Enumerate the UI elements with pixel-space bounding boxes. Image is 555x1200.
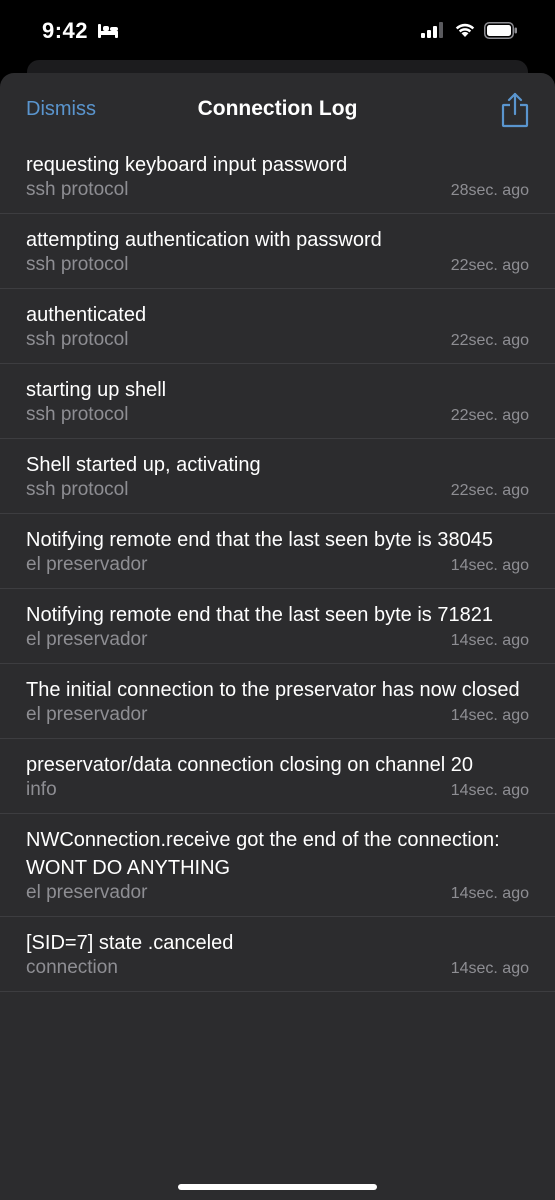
page-title: Connection Log bbox=[197, 97, 358, 120]
log-entry: attempting authentication with password … bbox=[0, 214, 555, 289]
log-timestamp: 22sec. ago bbox=[450, 332, 529, 349]
log-source: el preservador bbox=[26, 704, 148, 725]
log-timestamp: 14sec. ago bbox=[450, 960, 529, 977]
log-meta: connection 14sec. ago bbox=[26, 955, 529, 981]
log-source: ssh protocol bbox=[26, 329, 129, 350]
bed-icon bbox=[98, 24, 118, 38]
log-entry: requesting keyboard input password ssh p… bbox=[0, 147, 555, 214]
log-message: NWConnection.receive got the end of the … bbox=[26, 829, 500, 879]
home-indicator[interactable] bbox=[178, 1184, 377, 1190]
log-message: Shell started up, activating bbox=[26, 454, 261, 476]
log-message: [SID=7] state .canceled bbox=[26, 932, 234, 954]
status-time: 9:42 bbox=[42, 18, 89, 43]
log-timestamp: 14sec. ago bbox=[450, 707, 529, 724]
log-message: Notifying remote end that the last seen … bbox=[26, 604, 493, 626]
log-source: ssh protocol bbox=[26, 479, 129, 500]
log-meta: el preservador 14sec. ago bbox=[26, 880, 529, 906]
log-entry: Notifying remote end that the last seen … bbox=[0, 514, 555, 589]
log-timestamp: 14sec. ago bbox=[450, 885, 529, 902]
log-source: connection bbox=[26, 957, 118, 978]
nav-bar: Dismiss Connection Log bbox=[0, 73, 555, 147]
log-message: The initial connection to the preservato… bbox=[26, 679, 520, 701]
status-bar: 9:42 bbox=[0, 0, 555, 60]
wifi-icon bbox=[455, 23, 475, 37]
log-source: el preservador bbox=[26, 882, 148, 903]
log-entry: preservator/data connection closing on c… bbox=[0, 739, 555, 814]
log-timestamp: 14sec. ago bbox=[450, 557, 529, 574]
log-message: attempting authentication with password bbox=[26, 229, 382, 251]
log-entry: Notifying remote end that the last seen … bbox=[0, 589, 555, 664]
log-timestamp: 22sec. ago bbox=[450, 257, 529, 274]
log-source: el preservador bbox=[26, 554, 148, 575]
log-entry: NWConnection.receive got the end of the … bbox=[0, 814, 555, 917]
log-meta: el preservador 14sec. ago bbox=[26, 627, 529, 653]
log-source: info bbox=[26, 779, 57, 800]
log-timestamp: 22sec. ago bbox=[450, 482, 529, 499]
log-source: ssh protocol bbox=[26, 404, 129, 425]
log-entry: [SID=7] state .canceled connection 14sec… bbox=[0, 917, 555, 992]
log-entry: Shell started up, activating ssh protoco… bbox=[0, 439, 555, 514]
log-meta: ssh protocol 22sec. ago bbox=[26, 402, 529, 428]
log-timestamp: 28sec. ago bbox=[450, 182, 529, 199]
log-message: authenticated bbox=[26, 304, 147, 326]
connection-log-sheet: Dismiss Connection Log requesting keyboa… bbox=[0, 73, 555, 1200]
log-source: el preservador bbox=[26, 629, 148, 650]
log-source: ssh protocol bbox=[26, 254, 129, 275]
log-meta: ssh protocol 22sec. ago bbox=[26, 327, 529, 353]
log-list: requesting keyboard input password ssh p… bbox=[0, 147, 555, 992]
log-timestamp: 14sec. ago bbox=[450, 632, 529, 649]
battery-icon bbox=[484, 22, 517, 39]
log-meta: ssh protocol 22sec. ago bbox=[26, 477, 529, 503]
log-message: preservator/data connection closing on c… bbox=[26, 754, 473, 776]
log-meta: ssh protocol 28sec. ago bbox=[26, 177, 529, 203]
log-meta: info 14sec. ago bbox=[26, 777, 529, 803]
log-meta: el preservador 14sec. ago bbox=[26, 702, 529, 728]
share-icon[interactable] bbox=[500, 92, 530, 128]
log-message: starting up shell bbox=[26, 379, 167, 401]
log-entry: The initial connection to the preservato… bbox=[0, 664, 555, 739]
log-timestamp: 22sec. ago bbox=[450, 407, 529, 424]
log-meta: el preservador 14sec. ago bbox=[26, 552, 529, 578]
log-source: ssh protocol bbox=[26, 179, 129, 200]
log-message: Notifying remote end that the last seen … bbox=[26, 529, 493, 551]
log-entry: authenticated ssh protocol 22sec. ago bbox=[0, 289, 555, 364]
log-meta: ssh protocol 22sec. ago bbox=[26, 252, 529, 278]
signal-icon bbox=[421, 22, 443, 38]
log-entry: starting up shell ssh protocol 22sec. ag… bbox=[0, 364, 555, 439]
log-timestamp: 14sec. ago bbox=[450, 782, 529, 799]
log-message: requesting keyboard input password bbox=[26, 154, 348, 176]
